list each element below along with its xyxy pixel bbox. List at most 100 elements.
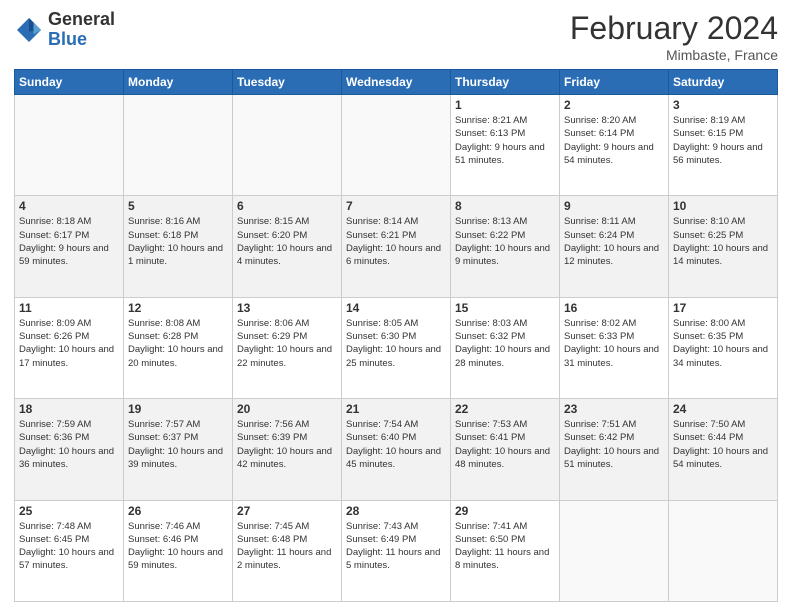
calendar-cell: 10 Sunrise: 8:10 AM Sunset: 6:25 PM Dayli… bbox=[669, 196, 778, 297]
day-info: Sunrise: 7:56 AM Sunset: 6:39 PM Dayligh… bbox=[237, 418, 337, 471]
col-header-wednesday: Wednesday bbox=[342, 70, 451, 95]
calendar-table: SundayMondayTuesdayWednesdayThursdayFrid… bbox=[14, 69, 778, 602]
day-number: 3 bbox=[673, 98, 773, 112]
day-info: Sunrise: 8:05 AM Sunset: 6:30 PM Dayligh… bbox=[346, 317, 446, 370]
calendar-cell: 13 Sunrise: 8:06 AM Sunset: 6:29 PM Dayli… bbox=[233, 297, 342, 398]
day-number: 9 bbox=[564, 199, 664, 213]
logo-text: General Blue bbox=[48, 10, 115, 50]
calendar-week-row: 25 Sunrise: 7:48 AM Sunset: 6:45 PM Dayli… bbox=[15, 500, 778, 601]
logo: General Blue bbox=[14, 10, 115, 50]
calendar-header-row: SundayMondayTuesdayWednesdayThursdayFrid… bbox=[15, 70, 778, 95]
logo-blue-text: Blue bbox=[48, 30, 115, 50]
calendar-cell: 6 Sunrise: 8:15 AM Sunset: 6:20 PM Daylig… bbox=[233, 196, 342, 297]
day-number: 26 bbox=[128, 504, 228, 518]
day-info: Sunrise: 8:00 AM Sunset: 6:35 PM Dayligh… bbox=[673, 317, 773, 370]
day-number: 22 bbox=[455, 402, 555, 416]
day-info: Sunrise: 7:53 AM Sunset: 6:41 PM Dayligh… bbox=[455, 418, 555, 471]
day-number: 29 bbox=[455, 504, 555, 518]
day-info: Sunrise: 7:46 AM Sunset: 6:46 PM Dayligh… bbox=[128, 520, 228, 573]
day-info: Sunrise: 7:43 AM Sunset: 6:49 PM Dayligh… bbox=[346, 520, 446, 573]
month-title: February 2024 bbox=[570, 10, 778, 47]
day-info: Sunrise: 7:48 AM Sunset: 6:45 PM Dayligh… bbox=[19, 520, 119, 573]
day-info: Sunrise: 7:59 AM Sunset: 6:36 PM Dayligh… bbox=[19, 418, 119, 471]
col-header-saturday: Saturday bbox=[669, 70, 778, 95]
col-header-friday: Friday bbox=[560, 70, 669, 95]
calendar-cell: 17 Sunrise: 8:00 AM Sunset: 6:35 PM Dayli… bbox=[669, 297, 778, 398]
day-number: 10 bbox=[673, 199, 773, 213]
day-number: 2 bbox=[564, 98, 664, 112]
col-header-thursday: Thursday bbox=[451, 70, 560, 95]
calendar-week-row: 4Sunrise: 8:18 AM Sunset: 6:17 PM Daylig… bbox=[15, 196, 778, 297]
day-number: 11 bbox=[19, 301, 119, 315]
day-number: 8 bbox=[455, 199, 555, 213]
day-info: Sunrise: 7:51 AM Sunset: 6:42 PM Dayligh… bbox=[564, 418, 664, 471]
day-info: Sunrise: 8:20 AM Sunset: 6:14 PM Dayligh… bbox=[564, 114, 664, 167]
calendar-cell: 14 Sunrise: 8:05 AM Sunset: 6:30 PM Dayli… bbox=[342, 297, 451, 398]
calendar-cell bbox=[124, 95, 233, 196]
calendar-cell: 26 Sunrise: 7:46 AM Sunset: 6:46 PM Dayli… bbox=[124, 500, 233, 601]
calendar-cell: 8 Sunrise: 8:13 AM Sunset: 6:22 PM Daylig… bbox=[451, 196, 560, 297]
logo-general-text: General bbox=[48, 10, 115, 30]
header: General Blue February 2024 Mimbaste, Fra… bbox=[14, 10, 778, 63]
calendar-cell: 11Sunrise: 8:09 AM Sunset: 6:26 PM Dayli… bbox=[15, 297, 124, 398]
day-number: 23 bbox=[564, 402, 664, 416]
day-number: 21 bbox=[346, 402, 446, 416]
day-number: 17 bbox=[673, 301, 773, 315]
calendar-cell: 18 Sunrise: 7:59 AM Sunset: 6:36 PM Dayli… bbox=[15, 399, 124, 500]
page: General Blue February 2024 Mimbaste, Fra… bbox=[0, 0, 792, 612]
day-info: Sunrise: 8:02 AM Sunset: 6:33 PM Dayligh… bbox=[564, 317, 664, 370]
day-info: Sunrise: 8:16 AM Sunset: 6:18 PM Dayligh… bbox=[128, 215, 228, 268]
day-info: Sunrise: 7:57 AM Sunset: 6:37 PM Dayligh… bbox=[128, 418, 228, 471]
col-header-sunday: Sunday bbox=[15, 70, 124, 95]
day-number: 13 bbox=[237, 301, 337, 315]
calendar-cell: 28 Sunrise: 7:43 AM Sunset: 6:49 PM Dayli… bbox=[342, 500, 451, 601]
calendar-cell: 16 Sunrise: 8:02 AM Sunset: 6:33 PM Dayli… bbox=[560, 297, 669, 398]
calendar-cell: 23 Sunrise: 7:51 AM Sunset: 6:42 PM Dayli… bbox=[560, 399, 669, 500]
logo-icon bbox=[14, 15, 44, 45]
calendar-week-row: 1Sunrise: 8:21 AM Sunset: 6:13 PM Daylig… bbox=[15, 95, 778, 196]
calendar-cell: 9Sunrise: 8:11 AM Sunset: 6:24 PM Daylig… bbox=[560, 196, 669, 297]
day-info: Sunrise: 8:18 AM Sunset: 6:17 PM Dayligh… bbox=[19, 215, 119, 268]
calendar-cell: 1Sunrise: 8:21 AM Sunset: 6:13 PM Daylig… bbox=[451, 95, 560, 196]
calendar-cell: 4Sunrise: 8:18 AM Sunset: 6:17 PM Daylig… bbox=[15, 196, 124, 297]
calendar-week-row: 18 Sunrise: 7:59 AM Sunset: 6:36 PM Dayli… bbox=[15, 399, 778, 500]
day-number: 15 bbox=[455, 301, 555, 315]
day-info: Sunrise: 7:41 AM Sunset: 6:50 PM Dayligh… bbox=[455, 520, 555, 573]
calendar-cell: 19 Sunrise: 7:57 AM Sunset: 6:37 PM Dayli… bbox=[124, 399, 233, 500]
day-number: 18 bbox=[19, 402, 119, 416]
calendar-cell: 12Sunrise: 8:08 AM Sunset: 6:28 PM Dayli… bbox=[124, 297, 233, 398]
calendar-cell: 2 Sunrise: 8:20 AM Sunset: 6:14 PM Daylig… bbox=[560, 95, 669, 196]
calendar-cell: 25 Sunrise: 7:48 AM Sunset: 6:45 PM Dayli… bbox=[15, 500, 124, 601]
day-info: Sunrise: 8:15 AM Sunset: 6:20 PM Dayligh… bbox=[237, 215, 337, 268]
day-info: Sunrise: 8:19 AM Sunset: 6:15 PM Dayligh… bbox=[673, 114, 773, 167]
calendar-cell bbox=[233, 95, 342, 196]
day-info: Sunrise: 8:10 AM Sunset: 6:25 PM Dayligh… bbox=[673, 215, 773, 268]
calendar-cell: 22 Sunrise: 7:53 AM Sunset: 6:41 PM Dayli… bbox=[451, 399, 560, 500]
subtitle: Mimbaste, France bbox=[570, 47, 778, 63]
calendar-week-row: 11Sunrise: 8:09 AM Sunset: 6:26 PM Dayli… bbox=[15, 297, 778, 398]
day-number: 25 bbox=[19, 504, 119, 518]
day-number: 19 bbox=[128, 402, 228, 416]
title-block: February 2024 Mimbaste, France bbox=[570, 10, 778, 63]
calendar-cell bbox=[342, 95, 451, 196]
day-number: 14 bbox=[346, 301, 446, 315]
calendar-cell: 27Sunrise: 7:45 AM Sunset: 6:48 PM Dayli… bbox=[233, 500, 342, 601]
day-number: 27 bbox=[237, 504, 337, 518]
day-info: Sunrise: 8:13 AM Sunset: 6:22 PM Dayligh… bbox=[455, 215, 555, 268]
day-info: Sunrise: 8:21 AM Sunset: 6:13 PM Dayligh… bbox=[455, 114, 555, 167]
calendar-cell: 5Sunrise: 8:16 AM Sunset: 6:18 PM Daylig… bbox=[124, 196, 233, 297]
day-info: Sunrise: 7:50 AM Sunset: 6:44 PM Dayligh… bbox=[673, 418, 773, 471]
calendar-cell: 3 Sunrise: 8:19 AM Sunset: 6:15 PM Daylig… bbox=[669, 95, 778, 196]
day-number: 12 bbox=[128, 301, 228, 315]
calendar-cell: 7Sunrise: 8:14 AM Sunset: 6:21 PM Daylig… bbox=[342, 196, 451, 297]
day-info: Sunrise: 8:14 AM Sunset: 6:21 PM Dayligh… bbox=[346, 215, 446, 268]
day-number: 6 bbox=[237, 199, 337, 213]
calendar-cell bbox=[15, 95, 124, 196]
col-header-monday: Monday bbox=[124, 70, 233, 95]
calendar-cell: 21 Sunrise: 7:54 AM Sunset: 6:40 PM Dayli… bbox=[342, 399, 451, 500]
day-info: Sunrise: 8:06 AM Sunset: 6:29 PM Dayligh… bbox=[237, 317, 337, 370]
day-info: Sunrise: 7:54 AM Sunset: 6:40 PM Dayligh… bbox=[346, 418, 446, 471]
day-number: 16 bbox=[564, 301, 664, 315]
calendar-cell: 24Sunrise: 7:50 AM Sunset: 6:44 PM Dayli… bbox=[669, 399, 778, 500]
day-number: 28 bbox=[346, 504, 446, 518]
